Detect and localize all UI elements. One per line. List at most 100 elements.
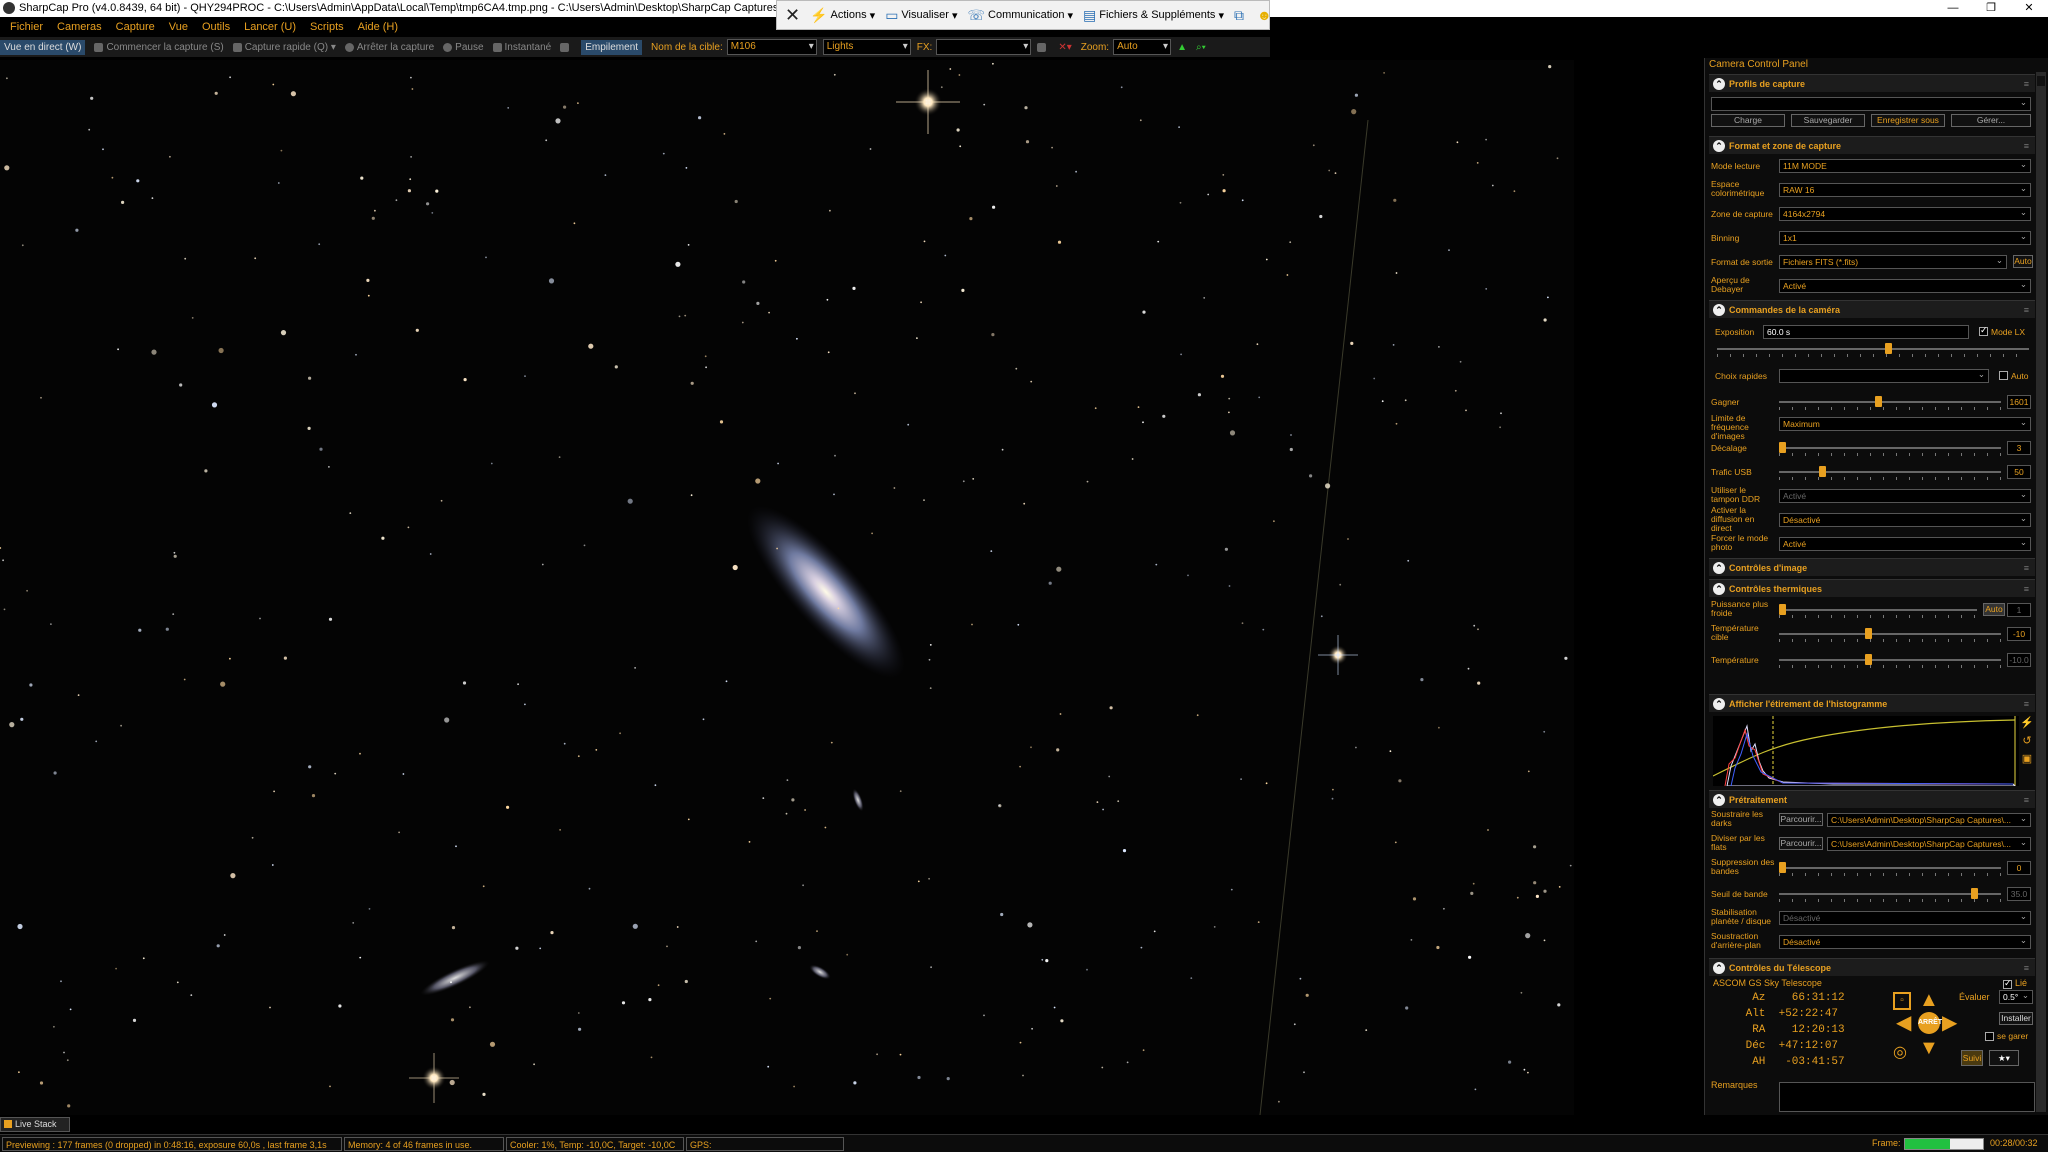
offset-slider-thumb[interactable]	[1779, 442, 1786, 453]
menu-run[interactable]: Lancer (U)	[244, 21, 296, 33]
zoom-select[interactable]: Auto	[1113, 39, 1172, 55]
section-thermal[interactable]: Contrôles thermiques	[1709, 579, 2035, 598]
minimize-button[interactable]: —	[1934, 0, 1972, 17]
section-capture-profiles[interactable]: Profils de capture	[1709, 74, 2035, 93]
menu-view[interactable]: Vue	[169, 21, 188, 33]
star-icon[interactable]: ★▾	[1989, 1050, 2019, 1066]
debayer-preview-select[interactable]: Activé	[1779, 279, 2031, 293]
settings-icon[interactable]	[560, 42, 572, 52]
snapshot-button[interactable]: Instantané	[492, 42, 551, 53]
browse-dark-button[interactable]: Parcourir...	[1779, 813, 1823, 826]
broadcast-select[interactable]: Désactivé	[1779, 513, 2031, 527]
manage-profiles-button[interactable]: Gérer...	[1951, 114, 2031, 127]
exposure-slider[interactable]	[1717, 343, 2029, 357]
offset-slider[interactable]	[1779, 442, 2001, 456]
stop-capture-button[interactable]: Arrêter la capture	[344, 42, 434, 53]
section-preprocessing[interactable]: Prétraitement	[1709, 790, 2035, 809]
maximize-button[interactable]: ❐	[1972, 0, 2010, 17]
threshold-slider-thumb[interactable]	[1971, 888, 1978, 899]
actions-menu[interactable]: ⚡ Actions ▾	[810, 7, 875, 24]
section-histogram[interactable]: Afficher l'étirement de l'histogramme	[1709, 694, 2035, 713]
panel-scrollbar[interactable]	[2036, 72, 2046, 1112]
output-format-select[interactable]: Fichiers FITS (*.fits)	[1779, 255, 2007, 269]
section-image-controls[interactable]: Contrôles d'image	[1709, 558, 2035, 577]
menu-capture[interactable]: Capture	[116, 21, 155, 33]
start-capture-button[interactable]: Commencer la capture (S)	[94, 42, 224, 53]
west-arrow-icon[interactable]: ▶	[1942, 1013, 1957, 1033]
banding-slider[interactable]	[1779, 862, 2001, 876]
cooler-auto-button[interactable]: Auto	[1983, 603, 2005, 616]
gain-slider[interactable]	[1779, 396, 2001, 410]
usb-value[interactable]: 50	[2007, 465, 2031, 479]
banding-slider-thumb[interactable]	[1779, 862, 1786, 873]
cooler-value[interactable]: 1	[2007, 603, 2031, 617]
menu-tools[interactable]: Outils	[202, 21, 230, 33]
quick-pick-auto-checkbox[interactable]	[1999, 371, 2008, 380]
setup-button[interactable]: Installer	[1999, 1012, 2033, 1025]
park-checkbox[interactable]	[1985, 1032, 1994, 1041]
cooler-slider-thumb[interactable]	[1779, 604, 1786, 615]
magnifier-icon[interactable]: ⌕▾	[1196, 42, 1206, 53]
save-stretch-icon[interactable]: ▣	[2019, 752, 2035, 770]
offset-value[interactable]: 3	[2007, 441, 2031, 455]
exposure-input[interactable]: 60.0 s	[1763, 325, 1969, 339]
threshold-value[interactable]: 35.0	[2007, 887, 2031, 901]
stacking-button[interactable]: Empilement	[581, 39, 643, 55]
gain-value[interactable]: 1601	[2007, 395, 2031, 409]
reset-stretch-icon[interactable]: ↺	[2019, 734, 2035, 752]
background-select[interactable]: Désactivé	[1779, 935, 2031, 949]
close-toolbar-icon[interactable]: ✕	[777, 5, 810, 26]
color-space-select[interactable]: RAW 16	[1779, 183, 2031, 197]
tracking-button[interactable]: Suivi	[1961, 1050, 1983, 1066]
live-stack-tab[interactable]: Live Stack	[0, 1117, 70, 1132]
menu-scripts[interactable]: Scripts	[310, 21, 344, 33]
files-menu[interactable]: ▤ Fichiers & Suppléments ▾	[1083, 7, 1224, 24]
close-button[interactable]: ✕	[2010, 0, 2048, 17]
target-icon[interactable]: ◎	[1893, 1042, 1907, 1062]
menu-cameras[interactable]: Cameras	[57, 21, 102, 33]
profile-select[interactable]	[1711, 97, 2031, 111]
target-temp-slider-thumb[interactable]	[1865, 628, 1872, 639]
notes-textarea[interactable]	[1779, 1082, 2035, 1112]
readout-mode-select[interactable]: 11M MODE	[1779, 159, 2031, 173]
section-telescope[interactable]: Contrôles du Télescope	[1709, 958, 2035, 977]
target-name-input[interactable]: M106	[726, 39, 817, 55]
dark-file-select[interactable]: C:\Users\Admin\Desktop\SharpCap Captures…	[1827, 813, 2031, 827]
windows-icon[interactable]: ⧉	[1234, 7, 1247, 24]
frame-type-select[interactable]: Lights	[822, 39, 911, 55]
threshold-slider[interactable]	[1779, 888, 2001, 902]
framerate-select[interactable]: Maximum	[1779, 417, 2031, 431]
histogram[interactable]	[1713, 716, 2019, 786]
save-profile-button[interactable]: Sauvegarder	[1791, 114, 1865, 127]
east-arrow-icon[interactable]: ◀	[1896, 1013, 1911, 1033]
quick-pick-select[interactable]	[1779, 369, 1989, 383]
quick-capture-button[interactable]: Capture rapide (Q) ▾	[232, 42, 336, 53]
menu-file[interactable]: Fichier	[10, 21, 43, 33]
histogram-icon[interactable]: ▲	[1177, 42, 1187, 53]
stop-slew-button[interactable]: ARRÊT	[1918, 1012, 1942, 1034]
capture-area-select[interactable]: 4164x2794	[1779, 207, 2031, 221]
communication-menu[interactable]: ☏ Communication ▾	[968, 7, 1074, 24]
rate-select[interactable]: 0.5°	[1999, 990, 2033, 1004]
browse-flat-button[interactable]: Parcourir...	[1779, 837, 1823, 850]
lx-mode-checkbox[interactable]	[1979, 325, 1988, 336]
stabilization-select[interactable]: Désactivé	[1779, 911, 2031, 925]
save-as-profile-button[interactable]: Enregistrer sous	[1871, 114, 1945, 127]
load-profile-button[interactable]: Charge	[1711, 114, 1785, 127]
usb-slider-thumb[interactable]	[1819, 466, 1826, 477]
section-format[interactable]: Format et zone de capture	[1709, 136, 2035, 155]
image-viewport[interactable]	[0, 60, 1574, 1115]
pause-button[interactable]: Pause	[443, 42, 484, 53]
cooler-slider[interactable]	[1779, 604, 1977, 618]
south-arrow-icon[interactable]: ▼	[1919, 1038, 1939, 1058]
usb-slider[interactable]	[1779, 466, 2001, 480]
fx-select[interactable]	[936, 39, 1032, 55]
menu-help[interactable]: Aide (H)	[358, 21, 398, 33]
ddr-select[interactable]: Activé	[1779, 489, 2031, 503]
gain-slider-thumb[interactable]	[1875, 396, 1882, 407]
output-auto-button[interactable]: Auto	[2013, 255, 2033, 268]
smiley-icon[interactable]: ☻	[1257, 7, 1275, 23]
flat-file-select[interactable]: C:\Users\Admin\Desktop\SharpCap Captures…	[1827, 837, 2031, 851]
target-temp-slider[interactable]	[1779, 628, 2001, 642]
section-camera-controls[interactable]: Commandes de la caméra	[1709, 300, 2035, 319]
